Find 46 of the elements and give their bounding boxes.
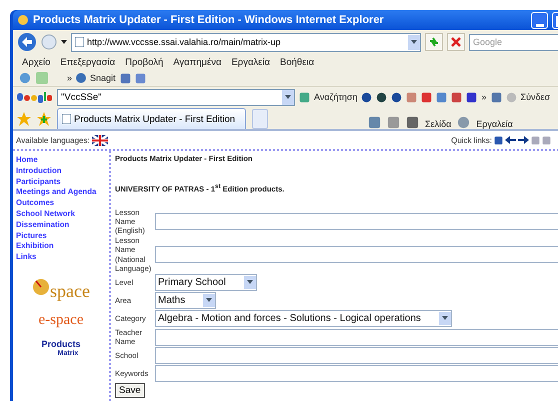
back-icon[interactable] [17,32,37,52]
tools-menu[interactable]: Εργαλεία [476,119,513,129]
menu-item[interactable]: Επεξεργασία [57,56,118,68]
close-icon [451,37,461,47]
save-button[interactable]: Save [115,383,145,398]
minimize-button[interactable] [531,12,548,28]
search-field[interactable]: Google [469,34,558,50]
search-button[interactable]: Αναζήτηση [314,92,358,102]
quick-links-label: Quick links: [451,136,492,144]
text-field[interactable] [155,328,558,346]
menu-item[interactable]: Αγαπημένα [170,56,224,68]
page-icon [62,114,71,124]
page-menu[interactable]: Σελίδα [425,119,452,129]
browser-tab[interactable]: Products Matrix Updater - First Edition [57,108,246,129]
text-field[interactable] [155,246,558,264]
uk-flag-icon[interactable] [92,134,108,146]
back-arrow-icon[interactable] [505,136,516,144]
menu-item[interactable]: Βοήθεια [277,56,318,68]
stop-button[interactable] [447,33,465,51]
page-icon [75,37,84,47]
forward-arrow-icon[interactable] [518,136,529,144]
minimize-icon [536,24,544,28]
espace-logo: e-space [38,312,84,329]
dropdown[interactable]: Algebra - Motion and forces - Solutions - Logical operations [155,310,452,327]
text-field[interactable] [155,365,558,382]
menu-item[interactable]: Αρχείο [19,56,54,68]
snagit-link[interactable]: Snagit [90,73,116,83]
languages-label: Available languages: [16,136,90,144]
menu-item[interactable]: Προβολή [122,56,166,68]
google-search-field[interactable]: "VccSSe" [57,88,295,106]
dropdown[interactable]: Primary School [155,274,257,291]
menu-item[interactable]: Εργαλεία [228,56,274,68]
chevron-icon[interactable]: » [481,92,486,102]
google-logo [17,91,53,103]
address-field[interactable]: http://www.vccsse.ssai.valahia.ro/main/matrix-up [71,32,421,52]
sign-in-button[interactable]: Σύνδεσ [520,92,550,102]
refresh-icon [428,36,440,48]
text-field[interactable] [155,347,558,364]
caret-icon[interactable] [61,40,67,44]
window-title: Products Matrix Updater - First Edition - Windows Internet Explorer [33,14,385,26]
espace-logo: space [32,274,90,302]
add-favorite-icon[interactable] [37,112,51,126]
text-field[interactable] [155,212,558,230]
refresh-button[interactable] [425,33,443,51]
chevron-icon[interactable]: » [67,73,72,83]
dropdown[interactable]: Maths [155,292,216,309]
